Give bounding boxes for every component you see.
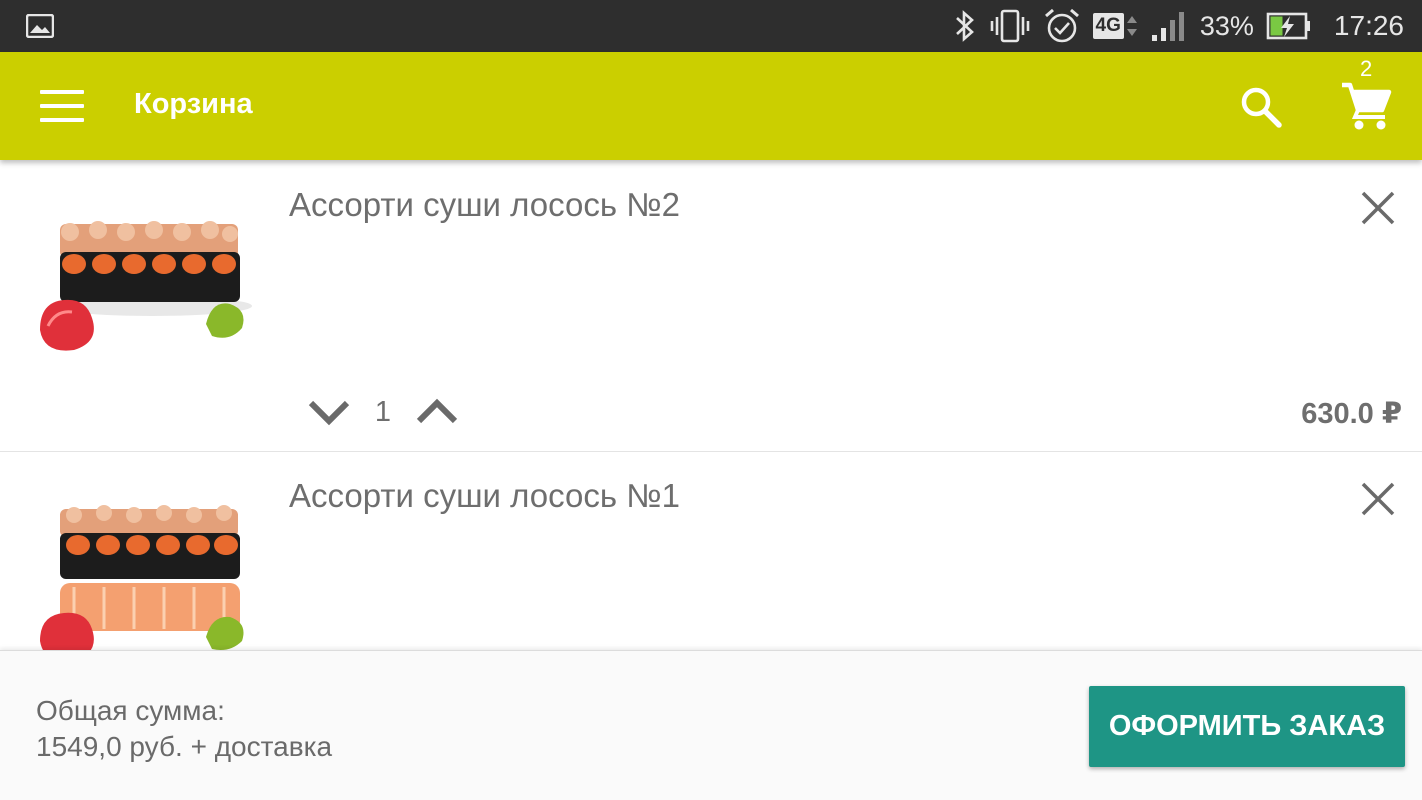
checkout-button[interactable]: ОФОРМИТЬ ЗАКАЗ xyxy=(1089,686,1405,767)
clock: 17:26 xyxy=(1333,10,1404,41)
item-price: 630.0 ₽ xyxy=(1301,398,1402,430)
cart-item: Ассорти суши лосось №1 xyxy=(0,453,1422,653)
product-name: Ассорти суши лосось №2 xyxy=(289,186,680,223)
total-label: Общая сумма: xyxy=(36,695,225,726)
order-summary-panel: Общая сумма: 1549,0 руб. + доставка ОФОР… xyxy=(0,650,1422,800)
quantity-stepper: 1 xyxy=(308,392,458,432)
product-name: Ассорти суши лосось №1 xyxy=(289,477,680,514)
alarm-icon xyxy=(1044,8,1079,43)
image-notification-icon xyxy=(26,14,54,38)
product-image xyxy=(34,202,256,372)
total-value: 1549,0 руб. + доставка xyxy=(36,731,333,762)
network-4g-icon: 4G xyxy=(1092,12,1138,40)
remove-item-icon[interactable] xyxy=(1360,190,1396,226)
remove-item-icon[interactable] xyxy=(1360,481,1396,517)
menu-icon[interactable] xyxy=(40,90,84,122)
page-title: Корзина xyxy=(134,88,253,120)
status-bar: 4G 33% 17:26 xyxy=(0,0,1422,52)
battery-percent: 33% xyxy=(1199,10,1254,41)
cart-item: Ассорти суши лосось №2 1 630.0 ₽ xyxy=(0,160,1422,452)
chevron-down-icon[interactable] xyxy=(308,397,350,427)
cart-icon[interactable] xyxy=(1340,80,1392,132)
quantity-value: 1 xyxy=(374,395,392,428)
bluetooth-icon xyxy=(955,10,974,42)
vibrate-icon xyxy=(990,9,1029,43)
battery-charging-icon xyxy=(1266,12,1310,40)
product-image xyxy=(34,503,256,653)
chevron-up-icon[interactable] xyxy=(416,397,458,427)
search-icon[interactable] xyxy=(1238,84,1284,130)
app-toolbar: Корзина 2 xyxy=(0,52,1422,160)
cart-badge: 2 xyxy=(1360,56,1373,81)
signal-icon xyxy=(1151,12,1184,41)
